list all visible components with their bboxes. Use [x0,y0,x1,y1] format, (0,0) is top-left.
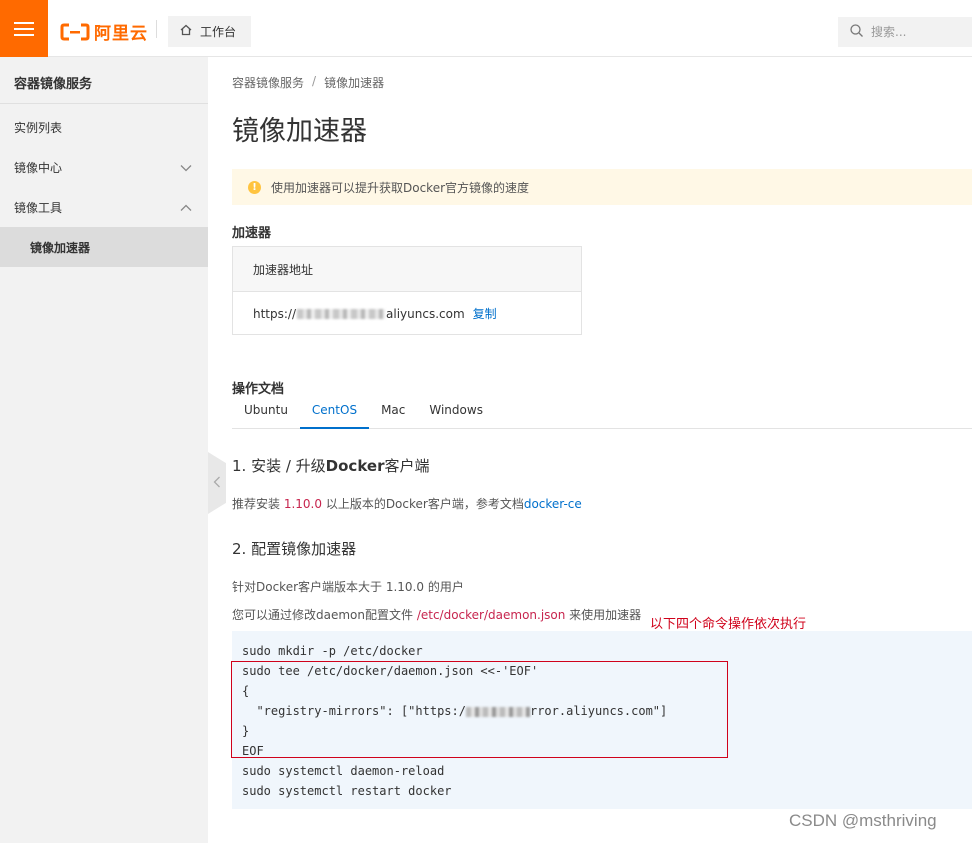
step2-line2: 您可以通过修改daemon配置文件 /etc/docker/daemon.jso… [232,606,641,623]
sidebar-divider [0,103,208,104]
aliyun-logo[interactable]: 阿里云 [60,19,148,44]
config-file-path: /etc/docker/daemon.json [416,608,566,622]
tab-centos[interactable]: CentOS [299,403,370,429]
hamburger-menu-button[interactable] [0,0,48,57]
docs-section-title: 操作文档 [232,382,285,397]
main-content: 容器镜像服务 / 镜像加速器 镜像加速器 ! 使用加速器可以提升获取Docker… [208,57,972,843]
step2-line1: 针对Docker客户端版本大于 1.10.0 的用户 [232,580,464,594]
workbench-label: 工作台 [200,25,237,39]
chevron-up-icon [180,201,192,215]
accelerator-table-row: https:// aliyuncs.com 复制 [233,292,581,335]
copy-link[interactable]: 复制 [473,305,497,322]
search-icon [850,24,863,40]
brand-name: 阿里云 [94,24,148,44]
sidebar-item-label: 镜像工具 [14,200,63,215]
sidebar-title: 容器镜像服务 [14,77,93,92]
breadcrumb: 容器镜像服务 / 镜像加速器 [232,74,384,91]
sidebar-item-instance-list[interactable]: 实例列表 [0,107,208,147]
url-prefix: https:// [253,306,297,321]
aliyun-logo-icon [60,23,90,41]
highlight-box [231,661,728,758]
search-box[interactable] [838,17,972,47]
sidebar-item-label: 实例列表 [14,120,63,135]
workbench-button[interactable]: 工作台 [168,16,251,47]
sidebar-item-image-accelerator[interactable]: 镜像加速器 [0,227,208,267]
warning-icon: ! [248,180,261,194]
sidebar-item-label: 镜像加速器 [30,240,91,255]
menu-line [14,27,34,30]
sidebar-item-image-center[interactable]: 镜像中心 [0,147,208,187]
step2-line2-prefix: 您可以通过修改daemon配置文件 [232,608,417,622]
step1-text-prefix: 推荐安装 [232,497,284,511]
notice-banner: ! 使用加速器可以提升获取Docker官方镜像的速度 [232,169,972,205]
tab-mac[interactable]: Mac [369,403,417,429]
docker-ce-link[interactable]: docker-ce [524,497,582,511]
tab-ubuntu[interactable]: Ubuntu [232,403,300,429]
watermark: CSDN @msthriving [789,811,937,830]
step1-title-bold: Docker [325,457,385,475]
page-title: 镜像加速器 [232,116,367,147]
redacted-text [297,309,386,319]
notice-text: 使用加速器可以提升获取Docker官方镜像的速度 [271,180,530,195]
step1-title-suffix: 客户端 [384,457,430,475]
os-tabs: Ubuntu CentOS Mac Windows [232,403,972,429]
accelerator-url: https:// aliyuncs.com [253,307,465,321]
accelerator-table-header: 加速器地址 [233,247,581,292]
chevron-down-icon [180,161,192,175]
url-suffix: aliyuncs.com [386,306,465,321]
step1-text: 推荐安装 1.10.0 以上版本的Docker客户端，参考文档docker-ce [232,495,582,512]
menu-line [14,21,34,24]
sidebar-item-image-tools[interactable]: 镜像工具 [0,187,208,227]
code-line: sudo mkdir -p /etc/docker [242,644,423,658]
step1-title: 1. 安装 / 升级Docker客户端 [232,455,429,476]
step1-text-mid: 以上版本的Docker客户端，参考文档 [322,497,524,511]
step2-line2-suffix: 来使用加速器 [565,608,642,622]
accelerator-section-title: 加速器 [232,226,272,241]
tab-windows[interactable]: Windows [417,403,495,429]
accelerator-table: 加速器地址 https:// aliyuncs.com 复制 [232,246,582,335]
code-line: sudo systemctl daemon-reload [242,764,445,778]
sidebar: 容器镜像服务 实例列表 镜像中心 镜像工具 镜像加速器 [0,57,208,843]
version-number: 1.10.0 [283,497,322,511]
top-bar: 阿里云 工作台 [0,0,972,57]
header-divider [156,20,157,38]
search-input[interactable] [871,25,961,39]
breadcrumb-separator: / [312,74,317,88]
step1-title-prefix: 1. 安装 / 升级 [232,457,326,475]
home-icon [180,24,192,39]
breadcrumb-item-current: 镜像加速器 [324,76,385,90]
sidebar-item-label: 镜像中心 [14,160,63,175]
menu-line [14,33,34,36]
breadcrumb-item[interactable]: 容器镜像服务 [232,74,304,91]
step2-title: 2. 配置镜像加速器 [232,540,357,558]
annotation-note: 以下四个命令操作依次执行 [650,617,807,632]
code-line: sudo systemctl restart docker [242,784,452,798]
